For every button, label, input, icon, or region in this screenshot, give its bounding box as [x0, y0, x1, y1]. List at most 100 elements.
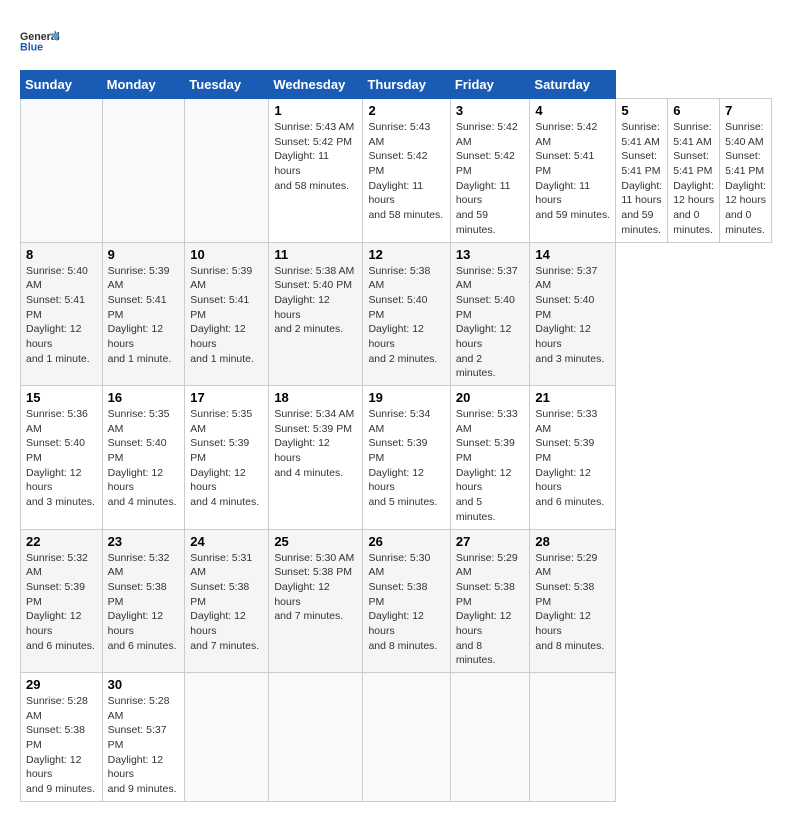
day-number: 3 [456, 103, 525, 118]
day-cell-2: 2Sunrise: 5:43 AMSunset: 5:42 PMDaylight… [363, 99, 450, 243]
day-detail: Sunrise: 5:42 AMSunset: 5:42 PMDaylight:… [456, 120, 525, 238]
day-number: 5 [621, 103, 662, 118]
weekday-sunday: Sunday [21, 71, 103, 99]
weekday-header-row: SundayMondayTuesdayWednesdayThursdayFrid… [21, 71, 772, 99]
page-header: General Blue [20, 20, 772, 60]
calendar-week-2: 8 Sunrise: 5:40 AMSunset: 5:41 PMDaylight… [21, 242, 772, 386]
day-detail: Sunrise: 5:39 AMSunset: 5:41 PMDaylight:… [190, 264, 263, 367]
day-number: 21 [535, 390, 610, 405]
day-cell-18: 18 Sunrise: 5:34 AMSunset: 5:39 PMDayligh… [269, 386, 363, 530]
day-cell-28: 28Sunrise: 5:29 AMSunset: 5:38 PMDayligh… [530, 529, 616, 673]
day-cell-7: 7 Sunrise: 5:40 AMSunset: 5:41 PMDaylight… [720, 99, 772, 243]
calendar-week-5: 29 Sunrise: 5:28 AMSunset: 5:38 PMDayligh… [21, 673, 772, 802]
day-cell-10: 10 Sunrise: 5:39 AMSunset: 5:41 PMDayligh… [185, 242, 269, 386]
day-detail: Sunrise: 5:43 AMSunset: 5:42 PMDaylight:… [368, 120, 444, 223]
empty-cell [185, 99, 269, 243]
day-number: 30 [108, 677, 180, 692]
day-detail: Sunrise: 5:30 AMSunset: 5:38 PMDaylight:… [368, 551, 444, 654]
calendar-week-3: 15 Sunrise: 5:36 AMSunset: 5:40 PMDayligh… [21, 386, 772, 530]
day-number: 24 [190, 534, 263, 549]
day-cell-8: 8 Sunrise: 5:40 AMSunset: 5:41 PMDaylight… [21, 242, 103, 386]
calendar-body: 1Sunrise: 5:43 AMSunset: 5:42 PMDaylight… [21, 99, 772, 802]
day-cell-19: 19 Sunrise: 5:34 AMSunset: 5:39 PMDayligh… [363, 386, 450, 530]
day-detail: Sunrise: 5:38 AMSunset: 5:40 PMDaylight:… [274, 264, 357, 337]
empty-cell [450, 673, 530, 802]
day-cell-15: 15 Sunrise: 5:36 AMSunset: 5:40 PMDayligh… [21, 386, 103, 530]
day-number: 15 [26, 390, 97, 405]
day-cell-4: 4 Sunrise: 5:42 AMSunset: 5:41 PMDaylight… [530, 99, 616, 243]
day-cell-17: 17Sunrise: 5:35 AMSunset: 5:39 PMDayligh… [185, 386, 269, 530]
day-detail: Sunrise: 5:37 AMSunset: 5:40 PMDaylight:… [456, 264, 525, 382]
day-detail: Sunrise: 5:41 AMSunset: 5:41 PMDaylight:… [673, 120, 714, 238]
day-detail: Sunrise: 5:28 AMSunset: 5:38 PMDaylight:… [26, 694, 97, 797]
day-number: 7 [725, 103, 766, 118]
day-cell-9: 9 Sunrise: 5:39 AMSunset: 5:41 PMDaylight… [102, 242, 185, 386]
day-cell-29: 29 Sunrise: 5:28 AMSunset: 5:38 PMDayligh… [21, 673, 103, 802]
weekday-thursday: Thursday [363, 71, 450, 99]
day-detail: Sunrise: 5:38 AMSunset: 5:40 PMDaylight:… [368, 264, 444, 367]
day-cell-25: 25 Sunrise: 5:30 AMSunset: 5:38 PMDayligh… [269, 529, 363, 673]
empty-cell [530, 673, 616, 802]
day-number: 20 [456, 390, 525, 405]
day-number: 11 [274, 247, 357, 262]
day-detail: Sunrise: 5:40 AMSunset: 5:41 PMDaylight:… [26, 264, 97, 367]
day-cell-5: 5 Sunrise: 5:41 AMSunset: 5:41 PMDaylight… [616, 99, 668, 243]
day-cell-12: 12 Sunrise: 5:38 AMSunset: 5:40 PMDayligh… [363, 242, 450, 386]
day-detail: Sunrise: 5:42 AMSunset: 5:41 PMDaylight:… [535, 120, 610, 223]
day-number: 19 [368, 390, 444, 405]
day-detail: Sunrise: 5:36 AMSunset: 5:40 PMDaylight:… [26, 407, 97, 510]
day-detail: Sunrise: 5:37 AMSunset: 5:40 PMDaylight:… [535, 264, 610, 367]
day-number: 8 [26, 247, 97, 262]
logo: General Blue [20, 20, 60, 60]
empty-cell [269, 673, 363, 802]
day-detail: Sunrise: 5:41 AMSunset: 5:41 PMDaylight:… [621, 120, 662, 238]
day-cell-16: 16Sunrise: 5:35 AMSunset: 5:40 PMDayligh… [102, 386, 185, 530]
day-detail: Sunrise: 5:32 AMSunset: 5:38 PMDaylight:… [108, 551, 180, 654]
day-cell-30: 30 Sunrise: 5:28 AMSunset: 5:37 PMDayligh… [102, 673, 185, 802]
empty-cell [185, 673, 269, 802]
day-detail: Sunrise: 5:34 AMSunset: 5:39 PMDaylight:… [274, 407, 357, 480]
empty-cell [363, 673, 450, 802]
day-number: 14 [535, 247, 610, 262]
weekday-wednesday: Wednesday [269, 71, 363, 99]
day-detail: Sunrise: 5:34 AMSunset: 5:39 PMDaylight:… [368, 407, 444, 510]
day-detail: Sunrise: 5:39 AMSunset: 5:41 PMDaylight:… [108, 264, 180, 367]
day-cell-1: 1Sunrise: 5:43 AMSunset: 5:42 PMDaylight… [269, 99, 363, 243]
day-detail: Sunrise: 5:30 AMSunset: 5:38 PMDaylight:… [274, 551, 357, 624]
empty-cell [102, 99, 185, 243]
day-cell-23: 23 Sunrise: 5:32 AMSunset: 5:38 PMDayligh… [102, 529, 185, 673]
calendar-table: SundayMondayTuesdayWednesdayThursdayFrid… [20, 70, 772, 802]
day-cell-27: 27Sunrise: 5:29 AMSunset: 5:38 PMDayligh… [450, 529, 530, 673]
day-cell-22: 22Sunrise: 5:32 AMSunset: 5:39 PMDayligh… [21, 529, 103, 673]
calendar-week-1: 1Sunrise: 5:43 AMSunset: 5:42 PMDaylight… [21, 99, 772, 243]
day-number: 9 [108, 247, 180, 262]
day-number: 4 [535, 103, 610, 118]
day-number: 22 [26, 534, 97, 549]
day-cell-24: 24 Sunrise: 5:31 AMSunset: 5:38 PMDayligh… [185, 529, 269, 673]
day-number: 28 [535, 534, 610, 549]
day-cell-26: 26Sunrise: 5:30 AMSunset: 5:38 PMDayligh… [363, 529, 450, 673]
day-detail: Sunrise: 5:33 AMSunset: 5:39 PMDaylight:… [456, 407, 525, 525]
day-number: 27 [456, 534, 525, 549]
logo-icon: General Blue [20, 20, 60, 60]
day-cell-14: 14 Sunrise: 5:37 AMSunset: 5:40 PMDayligh… [530, 242, 616, 386]
weekday-tuesday: Tuesday [185, 71, 269, 99]
empty-cell [21, 99, 103, 243]
day-number: 12 [368, 247, 444, 262]
day-detail: Sunrise: 5:28 AMSunset: 5:37 PMDaylight:… [108, 694, 180, 797]
day-detail: Sunrise: 5:31 AMSunset: 5:38 PMDaylight:… [190, 551, 263, 654]
day-number: 18 [274, 390, 357, 405]
day-number: 29 [26, 677, 97, 692]
day-number: 13 [456, 247, 525, 262]
calendar-week-4: 22Sunrise: 5:32 AMSunset: 5:39 PMDayligh… [21, 529, 772, 673]
day-detail: Sunrise: 5:40 AMSunset: 5:41 PMDaylight:… [725, 120, 766, 238]
day-detail: Sunrise: 5:35 AMSunset: 5:40 PMDaylight:… [108, 407, 180, 510]
weekday-saturday: Saturday [530, 71, 616, 99]
day-detail: Sunrise: 5:33 AMSunset: 5:39 PMDaylight:… [535, 407, 610, 510]
day-number: 25 [274, 534, 357, 549]
day-number: 23 [108, 534, 180, 549]
day-number: 10 [190, 247, 263, 262]
day-cell-13: 13 Sunrise: 5:37 AMSunset: 5:40 PMDayligh… [450, 242, 530, 386]
weekday-friday: Friday [450, 71, 530, 99]
day-detail: Sunrise: 5:43 AMSunset: 5:42 PMDaylight:… [274, 120, 357, 193]
